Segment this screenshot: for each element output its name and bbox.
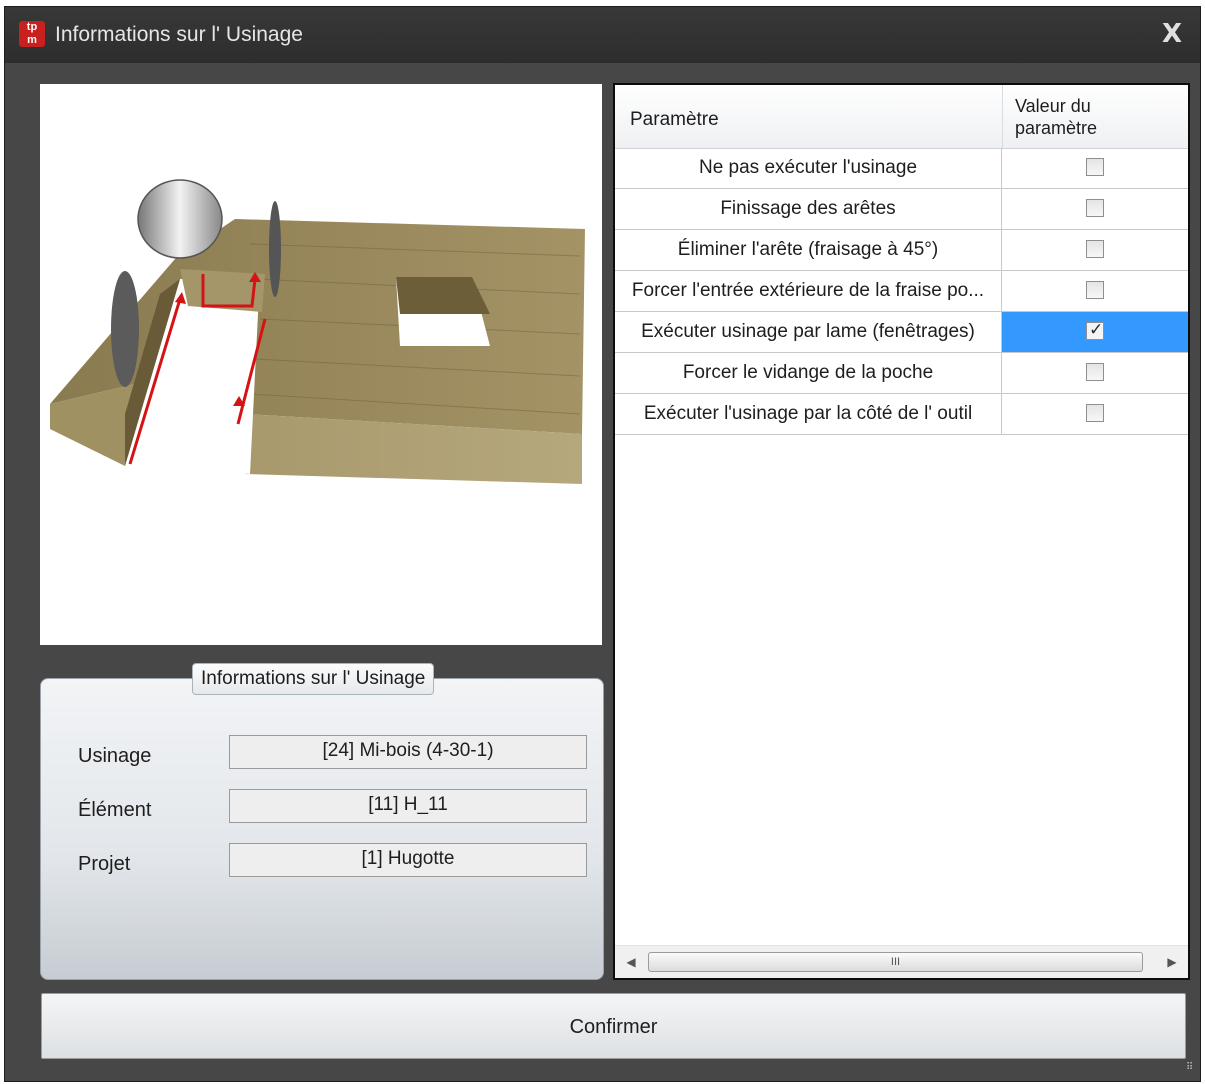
parameter-name: Éliminer l'arête (fraisage à 45°) bbox=[615, 230, 1002, 270]
circular-blade-top bbox=[137, 179, 223, 259]
projet-field: [1] Hugotte bbox=[229, 843, 587, 877]
grid-header: Paramètre Valeur du paramètre bbox=[615, 85, 1188, 149]
element-label: Élément bbox=[78, 799, 152, 821]
info-group-title: Informations sur l' Usinage bbox=[192, 663, 435, 695]
projet-label: Projet bbox=[78, 853, 131, 875]
parameter-name: Exécuter l'usinage par la côté de l' out… bbox=[615, 394, 1002, 434]
parameter-checkbox[interactable] bbox=[1086, 281, 1104, 299]
machining-illustration bbox=[40, 84, 602, 645]
parameter-checkbox[interactable] bbox=[1086, 363, 1104, 381]
parameter-checkbox[interactable] bbox=[1086, 158, 1104, 176]
info-group-box: Informations sur l' Usinage Usinage [24]… bbox=[40, 663, 604, 980]
scroll-thumb[interactable]: III bbox=[648, 952, 1143, 972]
close-button[interactable]: X bbox=[1162, 19, 1182, 49]
parameter-name: Forcer l'entrée extérieure de la fraise … bbox=[615, 271, 1002, 311]
parameter-name: Ne pas exécuter l'usinage bbox=[615, 148, 1002, 188]
grid-row[interactable]: Forcer l'entrée extérieure de la fraise … bbox=[615, 271, 1188, 312]
grid-row[interactable]: Forcer le vidange de la poche bbox=[615, 353, 1188, 394]
element-field: [11] H_11 bbox=[229, 789, 587, 823]
title-bar: tp m Informations sur l' Usinage X bbox=[5, 7, 1200, 63]
machining-info-window: tp m Informations sur l' Usinage X Infor… bbox=[4, 6, 1201, 1082]
grid-row[interactable]: Exécuter l'usinage par la côté de l' out… bbox=[615, 394, 1188, 435]
scroll-right-arrow-icon[interactable]: ▶ bbox=[1162, 952, 1182, 972]
grid-row[interactable]: Ne pas exécuter l'usinage bbox=[615, 148, 1188, 189]
scroll-left-arrow-icon[interactable]: ◀ bbox=[621, 952, 641, 972]
column-header-value[interactable]: Valeur du paramètre bbox=[1015, 95, 1125, 139]
column-header-parameter[interactable]: Paramètre bbox=[630, 109, 719, 131]
parameter-name: Exécuter usinage par lame (fenêtrages) bbox=[615, 312, 1002, 352]
wood-beam-illustration bbox=[50, 179, 585, 484]
usinage-field: [24] Mi-bois (4-30-1) bbox=[229, 735, 587, 769]
grid-row[interactable]: Éliminer l'arête (fraisage à 45°) bbox=[615, 230, 1188, 271]
grid-row[interactable]: Finissage des arêtes bbox=[615, 189, 1188, 230]
parameter-checkbox[interactable] bbox=[1086, 320, 1104, 340]
resize-grip-icon[interactable]: ⠿ bbox=[1186, 1063, 1198, 1077]
window-title: Informations sur l' Usinage bbox=[55, 23, 303, 46]
parameter-checkbox[interactable] bbox=[1086, 404, 1104, 422]
grid-row[interactable]: Exécuter usinage par lame (fenêtrages) bbox=[615, 312, 1188, 353]
vertical-blade-left bbox=[111, 271, 139, 387]
app-logo-icon: tp m bbox=[19, 21, 45, 47]
column-separator[interactable] bbox=[1002, 85, 1003, 148]
parameter-grid: Paramètre Valeur du paramètre Ne pas exé… bbox=[613, 83, 1190, 980]
horizontal-scrollbar[interactable]: ◀ III ▶ bbox=[615, 945, 1188, 978]
confirm-button[interactable]: Confirmer bbox=[41, 993, 1186, 1059]
parameter-checkbox[interactable] bbox=[1086, 240, 1104, 258]
usinage-label: Usinage bbox=[78, 745, 152, 767]
parameter-checkbox[interactable] bbox=[1086, 199, 1104, 217]
vertical-blade-right bbox=[269, 201, 281, 297]
parameter-name: Forcer le vidange de la poche bbox=[615, 353, 1002, 393]
parameter-name: Finissage des arêtes bbox=[615, 189, 1002, 229]
